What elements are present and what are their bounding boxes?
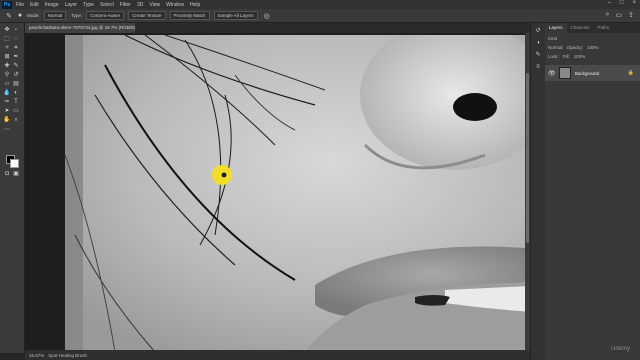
menu-type[interactable]: Type <box>83 2 94 8</box>
lock-icon: 🔒 <box>627 70 634 76</box>
status-bar: 16.67% Spot Healing Brush <box>25 350 530 360</box>
quick-mask-icon[interactable]: ◘ <box>3 171 11 178</box>
canvas-area[interactable] <box>25 33 530 350</box>
brush-preset-icon[interactable]: ● <box>18 12 22 19</box>
tab-paths[interactable]: Paths <box>594 23 614 33</box>
eraser-tool-icon[interactable]: ▱ <box>3 81 11 88</box>
tab-channels[interactable]: Channels <box>567 23 594 33</box>
zoom-tool-icon[interactable]: ⌕ <box>12 117 20 124</box>
brush-tool-icon[interactable]: ✎ <box>12 63 20 70</box>
blend-mode-select[interactable]: Normal <box>548 45 563 50</box>
opacity-label: Opacity: <box>566 45 584 50</box>
fill-value[interactable]: 100% <box>574 54 586 59</box>
lock-label: Lock: <box>548 54 559 59</box>
layer-name: Background <box>575 70 600 76</box>
layers-panel: Layers Channels Paths Kind Normal Opacit… <box>545 23 640 360</box>
panel-dock: ↺ ◑ ✎ ≡ <box>530 23 545 360</box>
menu-edit[interactable]: Edit <box>30 2 39 8</box>
workspace-icon[interactable]: ▭ <box>616 11 623 19</box>
layer-background[interactable]: 👁 Background 🔒 <box>545 65 640 81</box>
brush-settings-icon[interactable]: ✎ <box>534 51 542 59</box>
menu-image[interactable]: Image <box>45 2 59 8</box>
fill-label: Fill: <box>562 54 570 59</box>
lock-row: Lock: Fill: 100% <box>548 53 637 60</box>
gradient-tool-icon[interactable]: ▤ <box>12 81 20 88</box>
healing-brush-tool-icon[interactable]: ✚ <box>3 63 11 70</box>
clone-stamp-tool-icon[interactable]: ⚲ <box>3 72 11 79</box>
menu-file[interactable]: File <box>16 2 24 8</box>
close-button[interactable]: × <box>632 0 636 6</box>
tab-layers[interactable]: Layers <box>545 23 567 33</box>
adjustments-icon[interactable]: ◑ <box>534 39 542 47</box>
menu-view[interactable]: View <box>149 2 160 8</box>
search-icon[interactable]: ⌕ <box>606 11 610 19</box>
crop-tool-icon[interactable]: ⌗ <box>12 45 20 52</box>
watermark-logo: Udemy <box>610 346 630 352</box>
background-color-swatch[interactable] <box>10 159 19 168</box>
document-tab-bar: pexels-barbara-olsen-7879734.jpg @ 16.7%… <box>25 23 530 33</box>
visibility-eye-icon[interactable]: 👁 <box>548 70 556 77</box>
content-aware-button[interactable]: Content-Aware <box>86 11 125 20</box>
history-brush-tool-icon[interactable]: ↺ <box>12 72 20 79</box>
proximity-match-button[interactable]: Proximity Match <box>169 11 210 20</box>
layer-thumbnail <box>559 67 571 79</box>
sample-all-layers-checkbox[interactable]: Sample All Layers <box>213 11 258 20</box>
marquee-tool-icon[interactable]: ⬚ <box>3 36 11 43</box>
share-icon[interactable]: ⇪ <box>628 11 634 19</box>
filter-row: Kind <box>548 35 637 42</box>
move-tool-icon[interactable]: ✥ <box>3 27 11 34</box>
filter-kind-select[interactable]: Kind <box>548 36 557 41</box>
minimize-button[interactable]: – <box>608 0 611 6</box>
blend-row: Normal Opacity: 100% <box>548 44 637 51</box>
menu-bar: Ps File Edit Image Layer Type Select Fil… <box>0 0 640 9</box>
options-bar: ✎ ● Mode: Normal Type: Content-Aware Cre… <box>0 9 640 23</box>
tools-panel: ✥ ▫ ⬚ ◌ ✧ ⌗ ⊠ ✒ ✚ ✎ ⚲ ↺ ▱ ▤ 💧 ◐ ✑ T ➤ ▭ … <box>0 23 25 353</box>
eyedropper-tool-icon[interactable]: ✒ <box>12 54 20 61</box>
pen-tool-icon[interactable]: ✑ <box>3 99 11 106</box>
panel-tabs: Layers Channels Paths <box>545 23 640 33</box>
mode-select[interactable]: Normal <box>43 11 67 20</box>
window-controls: – □ × <box>608 0 636 6</box>
zoom-level[interactable]: 16.67% <box>29 353 44 358</box>
screen-mode-icon[interactable]: ▣ <box>12 171 20 178</box>
path-select-tool-icon[interactable]: ➤ <box>3 108 11 115</box>
create-texture-button[interactable]: Create Texture <box>128 11 166 20</box>
scrollbar-thumb[interactable] <box>526 73 529 243</box>
shape-tool-icon[interactable]: ▭ <box>12 108 20 115</box>
menu-help[interactable]: Help <box>190 2 200 8</box>
menu-window[interactable]: Window <box>166 2 184 8</box>
more-tools-icon[interactable]: ⋯ <box>3 127 11 134</box>
type-tool-icon[interactable]: T <box>12 99 20 106</box>
maximize-button[interactable]: □ <box>620 0 624 6</box>
hand-tool-icon[interactable]: ✋ <box>3 117 11 124</box>
photoshop-logo: Ps <box>2 0 12 9</box>
mode-label: Mode: <box>27 13 40 18</box>
blur-tool-icon[interactable]: 💧 <box>3 90 11 97</box>
menu-layer[interactable]: Layer <box>65 2 78 8</box>
type-label: Type: <box>71 13 83 18</box>
dodge-tool-icon[interactable]: ◐ <box>12 90 20 97</box>
pressure-size-icon[interactable]: ◎ <box>264 12 270 20</box>
options-right-icons: ⌕ ▭ ⇪ <box>606 11 634 19</box>
quick-select-tool-icon[interactable]: ✧ <box>3 45 11 52</box>
frame-tool-icon[interactable]: ⊠ <box>3 54 11 61</box>
opacity-value[interactable]: 100% <box>587 45 599 50</box>
status-info: Spot Healing Brush <box>48 352 88 358</box>
photo-canvas[interactable] <box>65 35 530 350</box>
artboard-tool-icon[interactable]: ▫ <box>12 27 20 34</box>
menu-select[interactable]: Select <box>100 2 114 8</box>
spot-healing-brush-icon[interactable]: ✎ <box>6 12 12 20</box>
menu-filter[interactable]: Filter <box>120 2 131 8</box>
menu-3d[interactable]: 3D <box>137 2 143 8</box>
lasso-tool-icon[interactable]: ◌ <box>12 36 20 43</box>
history-icon[interactable]: ↺ <box>534 27 542 35</box>
properties-icon[interactable]: ≡ <box>534 63 542 71</box>
document-tab[interactable]: pexels-barbara-olsen-7879734.jpg @ 16.7%… <box>25 23 135 33</box>
